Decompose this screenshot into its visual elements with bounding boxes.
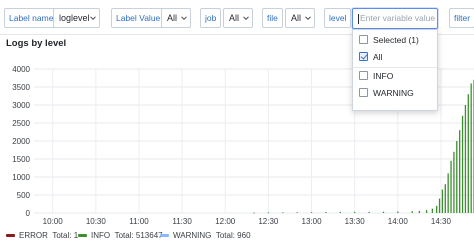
info-bar [253,212,255,214]
legend-error-total: Total: 1 [52,231,79,240]
info-bar [464,105,467,213]
y-tick-label: 1500 [12,155,30,164]
legend-warning-name: WARNING [173,231,212,240]
chevron-down-icon [90,16,96,21]
checkbox[interactable] [359,35,368,44]
y-axis: 4000 3500 3000 2500 2000 1500 1000 500 0 [12,65,30,218]
x-tick-label: 11:30 [172,217,192,226]
dropdown-item-label: WARNING [373,88,414,98]
info-bar [438,198,441,213]
x-tick-label: 13:00 [302,217,323,226]
info-bar [441,189,444,213]
y-tick-label: 3000 [12,101,30,110]
x-tick-label: 13:30 [345,217,366,226]
info-bar [425,210,428,213]
legend-info-name: INFO [91,231,111,240]
level-label: level [324,8,352,28]
level-dropdown-menu: Selected (1) All INFO WARNING [352,29,438,111]
x-tick-label: 10:30 [86,217,107,226]
y-tick-label: 2500 [12,119,30,128]
file-label: file [262,8,283,28]
info-bar [267,212,270,214]
y-tick-label: 4000 [12,65,30,74]
warning-swatch [160,234,169,238]
x-tick-label: 12:30 [258,217,279,226]
info-bar [418,210,421,213]
label-value-select[interactable]: All [161,8,191,28]
info-bar [354,211,356,213]
dropdown-divider [353,67,437,68]
y-tick-label: 3500 [12,83,30,92]
chevron-down-icon [243,16,249,21]
file-value: All [291,13,302,23]
job-value: All [229,13,240,23]
job-label: job [200,8,222,28]
info-bar [282,212,284,214]
label-value-value: All [167,13,178,23]
info-swatch [78,234,87,238]
dropdown-item-label: All [373,52,383,62]
chart-legend: ERROR Total: 1 INFO Total: 513647 WARNIN… [0,229,474,243]
info-bar [444,184,446,213]
info-bar [411,211,413,213]
level-input[interactable]: Enter variable value [352,8,438,29]
info-bar [459,130,461,213]
info-bar [461,115,464,213]
label-value-label: Label Value [111,8,166,28]
label-name-value: loglevel [59,13,90,23]
chevron-down-icon [305,16,311,21]
info-bar [467,94,469,213]
error-swatch [6,234,15,238]
info-bar [453,151,455,213]
info-bar [368,211,370,213]
legend-item-info[interactable]: INFO Total: 513647 [78,229,163,243]
x-tick-label: 12:00 [215,217,236,226]
info-bar [447,173,449,213]
dropdown-item-warning[interactable]: WARNING [353,86,437,101]
chevron-down-icon [181,16,187,21]
info-bar [470,83,472,214]
checkbox-checked[interactable] [359,52,368,61]
legend-item-error[interactable]: ERROR Total: 1 [6,229,78,243]
y-tick-label: 0 [26,209,31,218]
info-bar [456,141,458,213]
x-axis: 10:00 10:30 11:00 11:30 12:00 12:30 13:00 13:30… [43,217,452,226]
info-bar [296,212,298,214]
checkbox[interactable] [359,88,368,97]
checkbox[interactable] [359,71,368,80]
dropdown-item-label: INFO [373,71,394,81]
info-bar [436,205,438,213]
legend-warning-total: Total: 960 [215,231,251,240]
dropdown-item-selected-count[interactable]: Selected (1) [353,33,437,48]
y-tick-label: 500 [17,191,31,200]
filter-label: filter [449,8,474,28]
legend-info-total: Total: 513647 [114,231,163,240]
x-tick-label: 10:00 [43,217,64,226]
dropdown-item-all[interactable]: All [353,50,437,65]
legend-error-name: ERROR [19,231,48,240]
job-select[interactable]: All [223,8,253,28]
info-bar [339,211,341,213]
info-bar [325,212,327,213]
level-input-placeholder: Enter variable value [360,13,436,23]
y-tick-label: 2000 [12,137,30,146]
info-bar [431,208,434,213]
info-bar [397,211,399,213]
info-bar [310,212,313,214]
x-tick-label: 11:00 [129,217,149,226]
file-select[interactable]: All [285,8,315,28]
label-name-label: Label name [4,8,59,28]
dropdown-item-info[interactable]: INFO [353,69,437,84]
x-tick-label: 14:30 [431,217,452,226]
text-caret [358,13,359,24]
y-tick-label: 1000 [12,173,30,182]
legend-item-warning[interactable]: WARNING Total: 960 [160,229,251,243]
label-name-select[interactable]: loglevel [53,8,100,28]
info-bar [450,160,452,213]
dropdown-item-label: Selected (1) [373,35,419,45]
info-bar [382,211,385,213]
x-tick-label: 14:00 [388,217,409,226]
